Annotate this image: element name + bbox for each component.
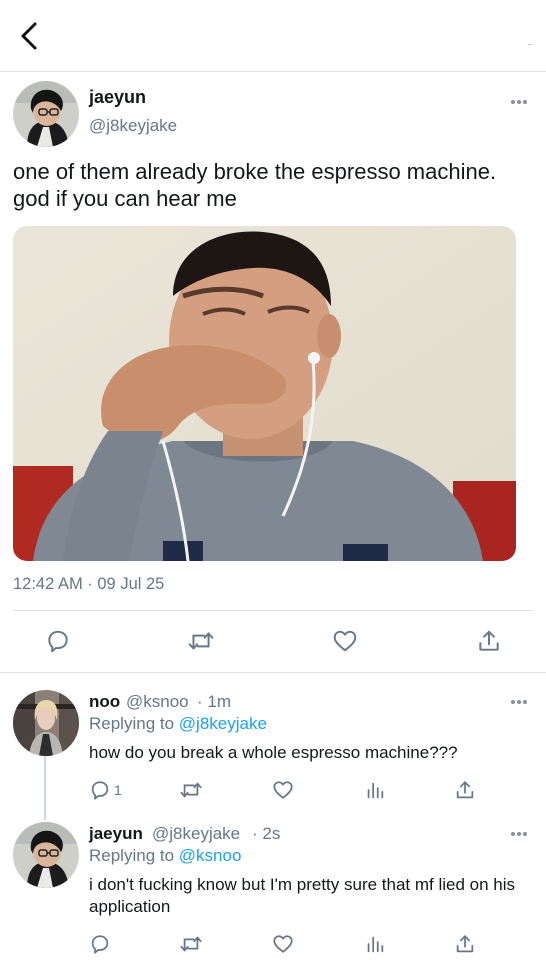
top-bar [0,0,546,72]
like-button[interactable] [272,779,294,801]
replying-to: Replying to @ksnoo [89,846,241,866]
reply-button[interactable] [45,628,71,654]
avatar[interactable] [13,822,79,888]
more-dot-icon [511,100,515,104]
reply-button[interactable]: 1 [89,779,122,801]
status-dot [528,44,532,45]
reply-icon [48,630,68,653]
share-icon [456,781,474,799]
reply-icon [91,781,109,800]
tweet-text: one of them already broke the espresso m… [13,159,497,211]
tweet-image[interactable] [13,226,516,561]
replying-to-label: Replying to [89,714,175,733]
share-icon [456,935,474,953]
heart-icon [273,781,293,799]
replying-to-handle-link[interactable]: @j8keyjake [179,714,267,733]
avatar[interactable] [13,81,79,147]
reply-time: · 2s [252,824,281,843]
more-dot-icon [523,832,527,836]
reply-icon [91,935,109,954]
retweet-icon [180,936,202,952]
retweet-icon [188,632,214,650]
replying-to-label: Replying to [89,846,175,865]
analytics-icon [367,936,384,953]
retweet-button[interactable] [187,628,215,654]
reply-count: 1 [114,782,122,798]
retweet-button[interactable] [179,933,203,955]
share-button[interactable] [454,933,476,955]
more-dot-icon [523,100,527,104]
analytics-icon [367,782,384,799]
reply-button[interactable] [89,933,111,955]
more-dot-icon [511,700,515,704]
share-icon [479,630,499,651]
divider [0,672,546,673]
like-button[interactable] [272,933,294,955]
reply-author-name[interactable]: jaeyun [89,824,143,844]
thread-line [44,756,46,820]
tweet-timestamp: 12:42 AM · 09 Jul 25 [13,575,165,593]
more-dot-icon [517,832,521,836]
share-button[interactable] [454,779,476,801]
reply-text: i don't fucking know but I'm pretty sure… [89,875,516,916]
more-dot-icon [523,700,527,704]
reply-author-handle[interactable]: @j8keyjake [152,824,240,844]
divider [13,610,533,611]
analytics-button[interactable] [364,779,386,801]
share-button[interactable] [476,628,502,654]
more-dot-icon [517,100,521,104]
heart-icon [333,630,357,652]
reply-author-handle[interactable]: @ksnoo [126,692,189,712]
replying-to-handle-link[interactable]: @ksnoo [179,846,242,865]
back-button[interactable] [14,20,46,52]
reply-author-name[interactable]: noo [89,692,120,712]
author-handle[interactable]: @j8keyjake [89,116,177,136]
author-name[interactable]: jaeyun [89,87,146,108]
retweet-icon [180,782,202,798]
analytics-button[interactable] [364,933,386,955]
replying-to: Replying to @j8keyjake [89,714,267,734]
avatar[interactable] [13,690,79,756]
more-dot-icon [511,832,515,836]
reply-text: how do you break a whole espresso machin… [89,743,458,762]
more-dot-icon [517,700,521,704]
reply-time: · 1m [197,692,231,711]
heart-icon [273,935,293,953]
more-options-button[interactable] [511,832,527,836]
chevron-left-icon [21,22,37,50]
like-button[interactable] [332,628,358,654]
retweet-button[interactable] [179,779,203,801]
more-options-button[interactable] [511,700,527,704]
more-options-button[interactable] [511,100,527,104]
